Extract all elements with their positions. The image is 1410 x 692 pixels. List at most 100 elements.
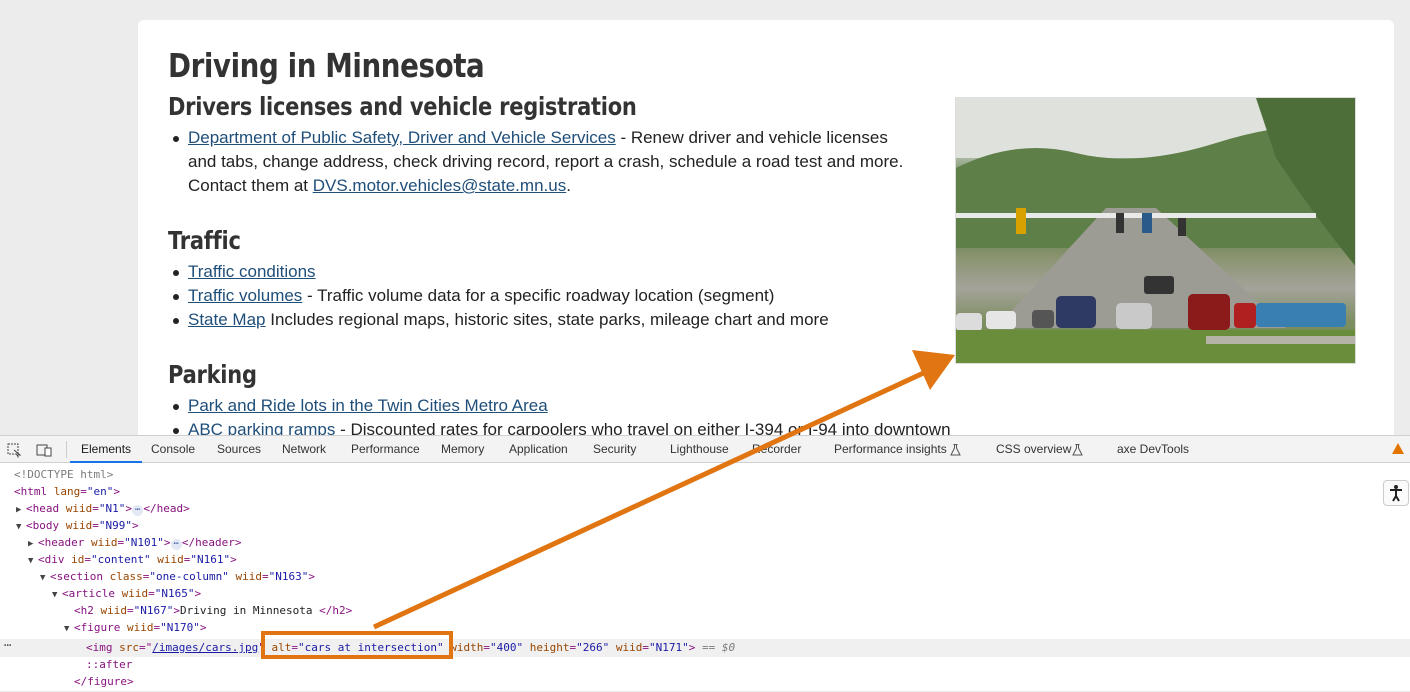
ellipsis-badge[interactable]: ⋯ bbox=[132, 505, 144, 516]
attr-name: class bbox=[109, 570, 143, 583]
tab-axe-devtools[interactable]: axe DevTools bbox=[1117, 436, 1189, 463]
dom-line-article[interactable]: ▼ <article wiid="N165"> bbox=[52, 585, 201, 602]
collapse-triangle-icon[interactable]: ▼ bbox=[52, 587, 62, 604]
ellipsis-badge[interactable]: ⋯ bbox=[170, 539, 182, 550]
state-map-link[interactable]: State Map bbox=[188, 310, 266, 329]
tabbar-divider bbox=[66, 441, 67, 458]
abc-parking-link[interactable]: ABC parking ramps bbox=[188, 420, 335, 435]
list-item-text: - Traffic volume data for a specific roa… bbox=[302, 286, 775, 305]
dom-line-doctype[interactable]: <!DOCTYPE html> bbox=[14, 466, 113, 483]
attr-name: wiid bbox=[615, 641, 643, 654]
attr-value: "content" bbox=[91, 553, 151, 566]
tab-recorder[interactable]: Recorder bbox=[752, 436, 801, 463]
tag-name: div bbox=[44, 553, 65, 566]
attr-name: lang bbox=[53, 485, 81, 498]
flask-icon bbox=[1072, 444, 1083, 456]
attr-value: "N99" bbox=[98, 519, 132, 532]
selected-marker: == $0 bbox=[702, 641, 736, 654]
list-item: Park and Ride lots in the Twin Cities Me… bbox=[173, 394, 988, 418]
dps-dvs-link[interactable]: Department of Public Safety, Driver and … bbox=[188, 128, 616, 147]
attr-name: width bbox=[450, 641, 484, 654]
traffic-volumes-link[interactable]: Traffic volumes bbox=[188, 286, 302, 305]
list-item-text: - Discounted rates for carpoolers who tr… bbox=[335, 420, 951, 435]
dom-line-h2[interactable]: <h2 wiid="N167">Driving in Minnesota </h… bbox=[74, 602, 352, 619]
attr-value: "en" bbox=[86, 485, 114, 498]
attr-value: "266" bbox=[576, 641, 610, 654]
dom-line-section[interactable]: ▼ <section class="one-column" wiid="N163"… bbox=[40, 568, 315, 585]
attr-name: src bbox=[119, 641, 139, 654]
heading-parking: Parking bbox=[168, 360, 257, 389]
browser-viewport: Driving in Minnesota Drivers licenses an… bbox=[0, 0, 1410, 435]
tab-sources[interactable]: Sources bbox=[217, 436, 261, 463]
devtools-tabbar: Elements Console Sources Network Perform… bbox=[0, 436, 1410, 463]
tab-console[interactable]: Console bbox=[151, 436, 195, 463]
attr-name: wiid bbox=[157, 553, 184, 566]
tab-elements[interactable]: Elements bbox=[70, 436, 143, 463]
attr-value: "N171" bbox=[649, 641, 689, 654]
tab-performance-insights[interactable]: Performance insights bbox=[834, 436, 947, 463]
dom-line-header[interactable]: ▶ <header wiid="N101"> ⋯ </header> bbox=[28, 534, 242, 551]
tag-name: section bbox=[56, 570, 103, 583]
tag-name: head bbox=[32, 502, 60, 515]
page-title: Driving in Minnesota bbox=[168, 46, 485, 85]
attr-value: "400" bbox=[490, 641, 524, 654]
park-and-ride-link[interactable]: Park and Ride lots in the Twin Cities Me… bbox=[188, 396, 548, 415]
attr-value: "N1" bbox=[98, 502, 126, 515]
collapse-triangle-icon[interactable]: ▼ bbox=[28, 553, 38, 570]
tab-css-overview[interactable]: CSS overview bbox=[996, 436, 1071, 463]
attr-value: "N101" bbox=[124, 536, 164, 549]
tab-network[interactable]: Network bbox=[282, 436, 326, 463]
dom-line-after[interactable]: ::after bbox=[86, 656, 132, 673]
heading-licenses: Drivers licenses and vehicle registratio… bbox=[168, 92, 637, 121]
dvs-email-link[interactable]: DVS.motor.vehicles@state.mn.us bbox=[313, 176, 566, 195]
attr-value: "N165" bbox=[154, 587, 195, 600]
dom-line-figure[interactable]: ▼ <figure wiid="N170"> bbox=[64, 619, 207, 636]
tag-name: article bbox=[68, 587, 115, 600]
heading-traffic: Traffic bbox=[168, 226, 241, 255]
dom-line-figure-close[interactable]: </figure> bbox=[74, 673, 134, 690]
traffic-list: Traffic conditions Traffic volumes - Tra… bbox=[173, 260, 948, 332]
attr-name: wiid bbox=[65, 502, 93, 515]
dom-line-div[interactable]: ▼ <div id="content" wiid="N161"> bbox=[28, 551, 237, 568]
doctype-text: <!DOCTYPE html> bbox=[14, 468, 114, 481]
tab-memory[interactable]: Memory bbox=[441, 436, 484, 463]
collapse-triangle-icon[interactable]: ▼ bbox=[64, 621, 74, 638]
attr-value: "one-column" bbox=[149, 570, 229, 583]
list-item: ABC parking ramps - Discounted rates for… bbox=[173, 418, 988, 435]
list-item: Department of Public Safety, Driver and … bbox=[173, 126, 918, 198]
tab-security[interactable]: Security bbox=[593, 436, 636, 463]
dom-line-body[interactable]: ▼ <body wiid="N99"> bbox=[16, 517, 139, 534]
dom-line-head[interactable]: ▶ <head wiid="N1"> ⋯ </head> bbox=[16, 500, 190, 517]
inspect-icon[interactable] bbox=[6, 442, 22, 458]
list-item-tail: . bbox=[566, 176, 571, 195]
accessibility-button[interactable] bbox=[1383, 480, 1409, 506]
dom-line-html[interactable]: <html lang="en"> bbox=[14, 483, 120, 500]
img-src-link[interactable]: /images/cars.jpg bbox=[152, 641, 258, 654]
tab-application[interactable]: Application bbox=[509, 436, 568, 463]
list-item: Traffic conditions bbox=[173, 260, 948, 284]
alt-attribute-highlight bbox=[261, 631, 453, 659]
more-options-icon[interactable]: ⋯ bbox=[4, 637, 11, 654]
device-toolbar-icon[interactable] bbox=[36, 442, 52, 458]
tag-name: h2 bbox=[80, 604, 94, 617]
traffic-conditions-link[interactable]: Traffic conditions bbox=[188, 262, 316, 281]
attr-value: "N161" bbox=[190, 553, 231, 566]
attr-value: "N170" bbox=[160, 621, 200, 634]
tag-name: html bbox=[20, 485, 48, 498]
collapse-triangle-icon[interactable]: ▼ bbox=[16, 519, 26, 536]
attr-name: id bbox=[71, 553, 85, 566]
warning-icon[interactable] bbox=[1392, 443, 1404, 454]
tab-lighthouse[interactable]: Lighthouse bbox=[670, 436, 729, 463]
parking-list: Park and Ride lots in the Twin Cities Me… bbox=[173, 394, 988, 435]
attr-value: "N163" bbox=[268, 570, 309, 583]
attr-name: wiid bbox=[235, 570, 262, 583]
accessibility-icon bbox=[1390, 485, 1402, 502]
closing-tag: </figure> bbox=[74, 675, 134, 688]
tag-name: header bbox=[44, 536, 85, 549]
list-item-text: Includes regional maps, historic sites, … bbox=[265, 310, 829, 329]
collapse-triangle-icon[interactable]: ▼ bbox=[40, 570, 50, 587]
licenses-list: Department of Public Safety, Driver and … bbox=[173, 126, 918, 198]
tab-performance[interactable]: Performance bbox=[351, 436, 420, 463]
attr-name: wiid bbox=[100, 604, 128, 617]
attr-name: wiid bbox=[91, 536, 118, 549]
